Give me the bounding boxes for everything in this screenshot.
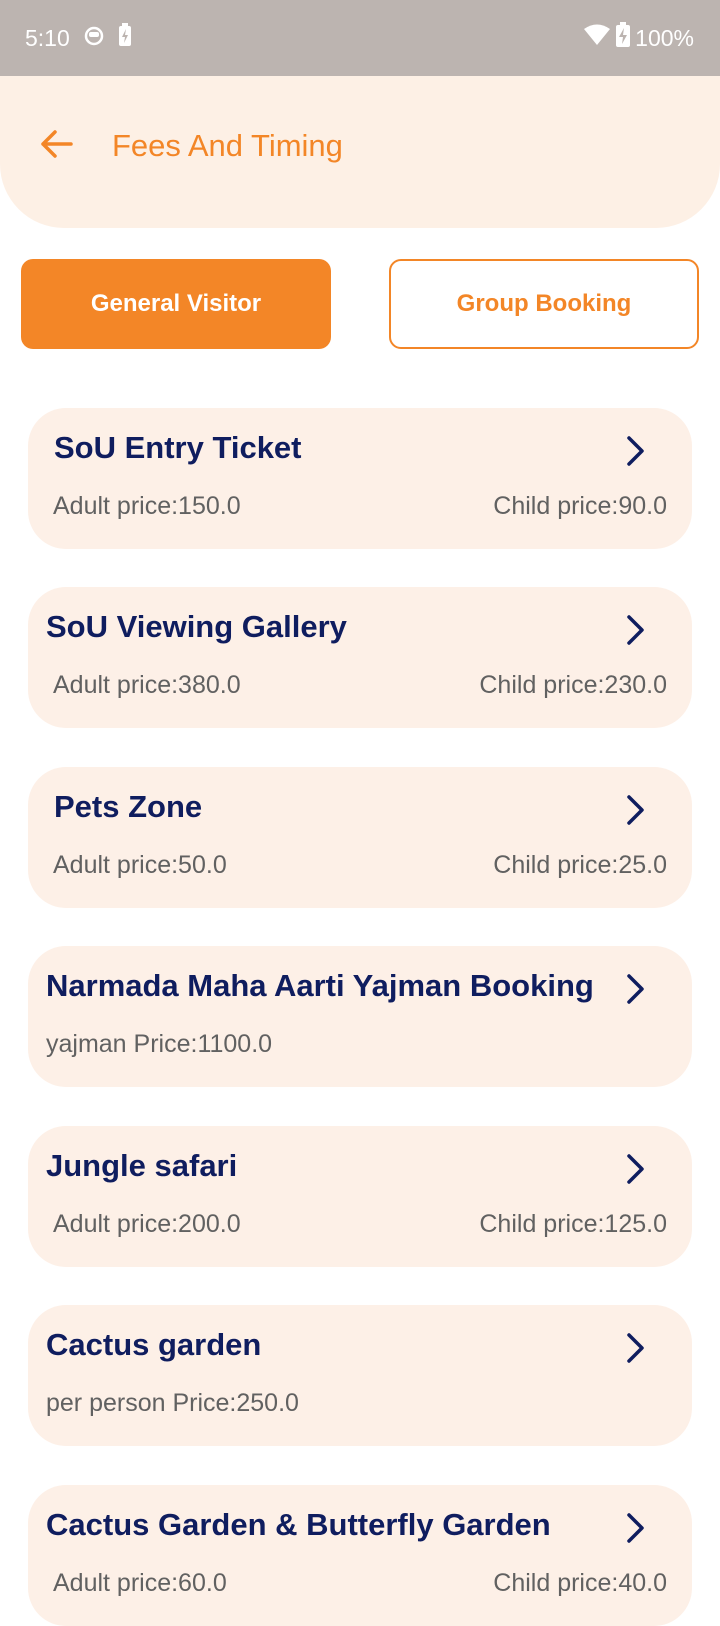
- chevron-right-icon: [620, 434, 650, 468]
- chevron-right-icon: [620, 1511, 650, 1545]
- item-title: SoU Entry Ticket: [54, 430, 302, 465]
- item-adult-price: Adult price:60.0: [53, 1569, 227, 1597]
- chevron-right-icon: [620, 972, 650, 1006]
- item-title: Narmada Maha Aarti Yajman Booking: [46, 968, 594, 1003]
- page-title: Fees And Timing: [112, 128, 343, 163]
- item-adult-price: Adult price:200.0: [53, 1210, 241, 1238]
- status-bar-left: 5:10: [25, 23, 132, 53]
- status-bar: 5:10 100%: [0, 0, 720, 76]
- battery-charging-icon: [118, 23, 132, 53]
- chevron-right-icon: [620, 613, 650, 647]
- list-item-jungle-safari[interactable]: Jungle safari Adult price:200.0 Child pr…: [28, 1126, 692, 1267]
- item-child-price: Child price:25.0: [493, 851, 667, 879]
- list-item-cactus-butterfly-garden[interactable]: Cactus Garden & Butterfly Garden Adult p…: [28, 1485, 692, 1626]
- item-title: SoU Viewing Gallery: [46, 609, 347, 644]
- item-yajman-price: yajman Price:1100.0: [46, 1030, 273, 1058]
- app-header: Fees And Timing: [0, 76, 720, 228]
- item-title: Cactus garden: [46, 1327, 262, 1362]
- item-adult-price: Adult price:50.0: [53, 851, 227, 879]
- item-title: Jungle safari: [46, 1148, 238, 1183]
- list-item-sou-entry-ticket[interactable]: SoU Entry Ticket Adult price:150.0 Child…: [28, 408, 692, 549]
- item-per-person-price: per person Price:250.0: [46, 1389, 299, 1417]
- back-button[interactable]: [36, 126, 76, 166]
- tab-group-booking[interactable]: Group Booking: [389, 259, 699, 349]
- item-child-price: Child price:40.0: [493, 1569, 667, 1597]
- battery-percent: 100%: [635, 24, 694, 51]
- arrow-left-icon: [39, 129, 73, 164]
- item-title: Pets Zone: [54, 789, 203, 824]
- tab-general-visitor[interactable]: General Visitor: [21, 259, 331, 349]
- item-adult-price: Adult price:150.0: [53, 492, 241, 520]
- item-adult-price: Adult price:380.0: [53, 671, 241, 699]
- cat-face-icon: [82, 23, 106, 53]
- item-child-price: Child price:125.0: [479, 1210, 667, 1238]
- status-time: 5:10: [25, 24, 70, 51]
- chevron-right-icon: [620, 1152, 650, 1186]
- chevron-right-icon: [620, 1331, 650, 1365]
- list-item-cactus-garden[interactable]: Cactus garden per person Price:250.0: [28, 1305, 692, 1446]
- chevron-right-icon: [620, 793, 650, 827]
- list-item-narmada-maha-aarti[interactable]: Narmada Maha Aarti Yajman Booking yajman…: [28, 946, 692, 1087]
- item-title: Cactus Garden & Butterfly Garden: [46, 1507, 551, 1542]
- list-item-pets-zone[interactable]: Pets Zone Adult price:50.0 Child price:2…: [28, 767, 692, 908]
- item-child-price: Child price:90.0: [493, 492, 667, 520]
- battery-charging-icon: [615, 22, 631, 54]
- status-bar-right: 100%: [583, 22, 694, 54]
- list-item-sou-viewing-gallery[interactable]: SoU Viewing Gallery Adult price:380.0 Ch…: [28, 587, 692, 728]
- item-child-price: Child price:230.0: [479, 671, 667, 699]
- wifi-icon: [583, 23, 611, 53]
